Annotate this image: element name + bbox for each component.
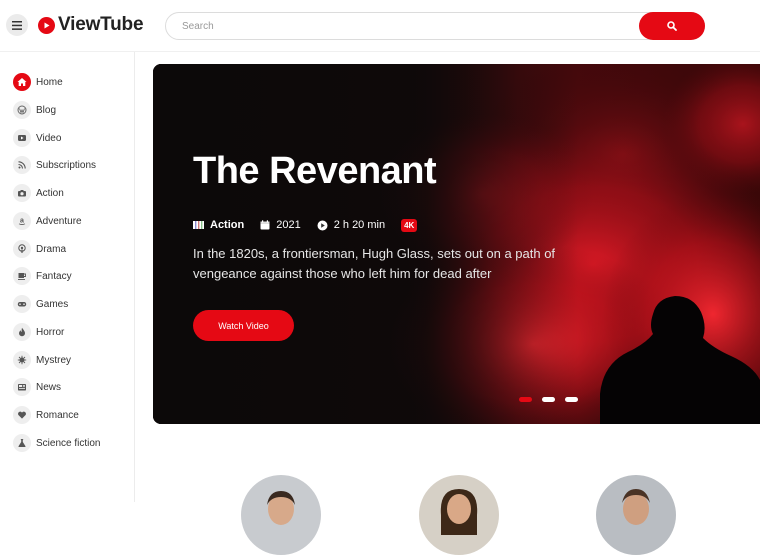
hero-description: In the 1820s, a frontiersman, Hugh Glass… [193, 246, 556, 281]
sidebar-item-label: Horror [36, 326, 65, 338]
hero-banner: The Revenant Action 2021 2 h 20 min 4K I… [153, 64, 760, 424]
watch-video-button[interactable]: Watch Video [193, 310, 294, 341]
calendar-icon [260, 220, 270, 230]
wordpress-icon [13, 101, 31, 119]
hero-meta: Action 2021 2 h 20 min 4K [193, 217, 418, 233]
sidebar-item-news[interactable]: News [13, 377, 61, 397]
hamburger-icon [12, 20, 22, 30]
gamepad-icon [13, 295, 31, 313]
person-photo [419, 475, 499, 555]
sidebar-item-label: Adventure [36, 215, 82, 227]
duration-text: 2 h 20 min [333, 219, 386, 231]
logo[interactable]: ViewTube [38, 14, 144, 36]
video-icon [13, 129, 31, 147]
svg-text:a: a [20, 218, 24, 225]
sidebar-item-subscriptions[interactable]: Subscriptions [13, 155, 96, 175]
coffee-icon [13, 267, 31, 285]
genre-meta: Action [193, 219, 244, 231]
sidebar-item-label: Drama [36, 243, 67, 255]
sidebar-item-label: Romance [36, 409, 79, 421]
sidebar-item-action[interactable]: Action [13, 183, 64, 203]
play-circle-icon [317, 220, 328, 230]
virus-icon [13, 351, 31, 369]
hero-title: The Revenant [193, 150, 437, 192]
film-icon [193, 221, 204, 229]
avatar[interactable] [419, 475, 499, 555]
avatar[interactable] [241, 475, 321, 555]
year-meta: 2021 [260, 219, 301, 231]
home-icon [13, 73, 31, 91]
sidebar-item-home[interactable]: Home [13, 72, 63, 92]
sidebar-item-label: Games [36, 298, 69, 310]
person-photo [241, 475, 321, 555]
search-bar [165, 12, 705, 40]
sidebar-item-drama[interactable]: Drama [13, 239, 66, 259]
genre-text: Action [210, 219, 245, 231]
search-input[interactable] [182, 13, 632, 39]
sidebar-item-label: Mystrey [36, 354, 71, 366]
sidebar-item-label: Subscriptions [36, 159, 97, 171]
sidebar-item-label: Home [36, 76, 63, 88]
sidebar-item-label: News [36, 381, 62, 393]
rss-icon [13, 156, 31, 174]
podcast-icon [13, 240, 31, 258]
play-logo-icon [38, 16, 55, 34]
carousel-dot[interactable] [519, 397, 532, 402]
carousel-dots [519, 397, 588, 402]
avatar[interactable] [596, 475, 676, 555]
year-text: 2021 [276, 219, 301, 231]
heart-icon [13, 406, 31, 424]
top-header: ViewTube [0, 0, 760, 52]
sidebar-item-horror[interactable]: Horror [13, 322, 64, 342]
fire-icon [13, 323, 31, 341]
sidebar-item-romance[interactable]: Romance [13, 405, 79, 425]
search-button[interactable] [639, 12, 705, 40]
sidebar-item-label: Fantacy [36, 270, 72, 282]
person-photo [596, 475, 676, 555]
sidebar-item-games[interactable]: Games [13, 294, 68, 314]
sidebar: Home Blog Video Subscriptions Action a A… [0, 52, 135, 502]
sidebar-item-blog[interactable]: Blog [13, 100, 56, 120]
quality-badge: 4K [401, 218, 418, 232]
sidebar-item-adventure[interactable]: a Adventure [13, 211, 82, 231]
search-icon [667, 21, 677, 31]
logo-text: ViewTube [58, 14, 144, 35]
camera-icon [13, 184, 31, 202]
sidebar-item-mystrey[interactable]: Mystrey [13, 350, 71, 370]
menu-button[interactable] [6, 14, 28, 36]
sidebar-item-label: Science fiction [36, 437, 101, 449]
sidebar-item-label: Video [36, 132, 62, 144]
carousel-dot[interactable] [542, 397, 555, 402]
amazon-icon: a [13, 212, 31, 230]
sidebar-item-label: Action [36, 187, 64, 199]
carousel-dot[interactable] [565, 397, 578, 402]
newspaper-icon [13, 378, 31, 396]
sidebar-item-fantacy[interactable]: Fantacy [13, 266, 72, 286]
sidebar-item-science-fiction[interactable]: Science fiction [13, 433, 100, 453]
sidebar-item-label: Blog [36, 104, 57, 116]
sidebar-item-video[interactable]: Video [13, 128, 61, 148]
duration-meta: 2 h 20 min [317, 219, 385, 231]
flask-icon [13, 434, 31, 452]
